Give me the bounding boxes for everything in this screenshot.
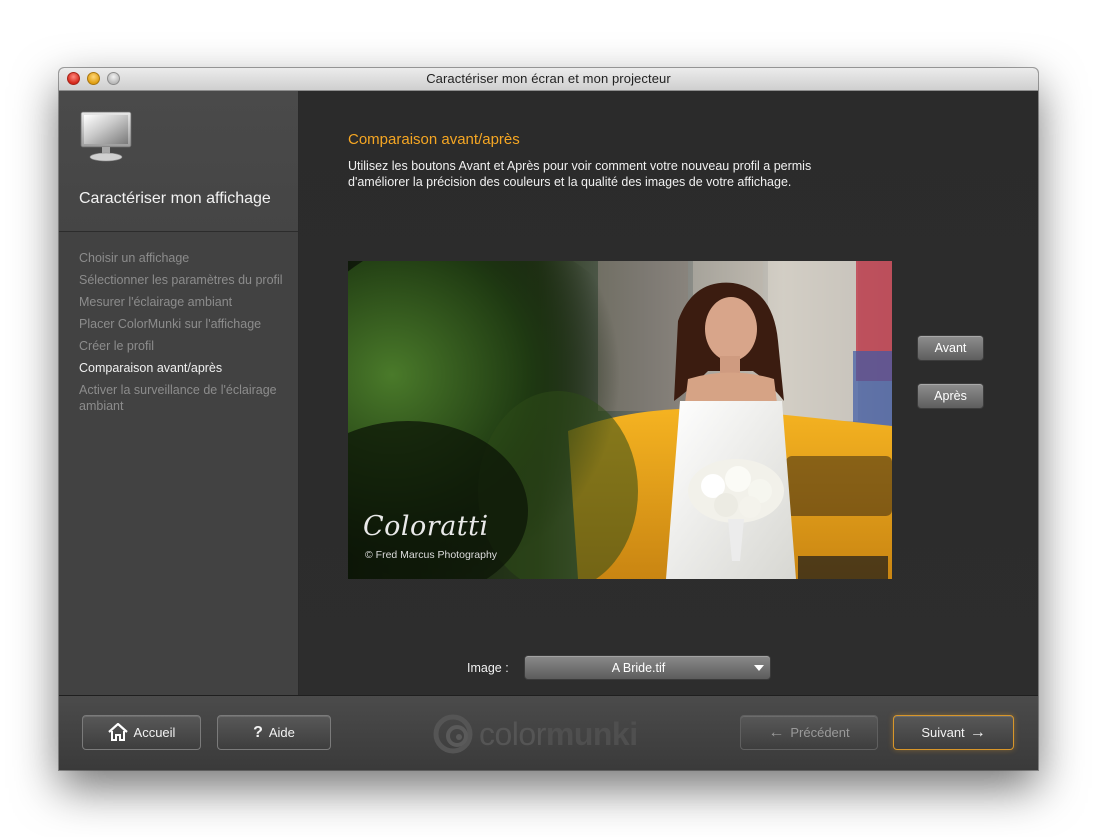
preview-photo: Coloratti © Fred Marcus Photography xyxy=(348,261,892,579)
home-button[interactable]: Accueil xyxy=(82,715,201,750)
title-bar[interactable]: Caractériser mon écran et mon projecteur xyxy=(59,68,1038,91)
colormunki-logo: colormunki xyxy=(431,714,661,754)
sidebar-title: Caractériser mon affichage xyxy=(79,190,271,207)
step-item: Mesurer l'éclairage ambiant xyxy=(79,295,233,309)
arrow-right-icon: → xyxy=(969,724,986,741)
previous-button-label: Précédent xyxy=(790,725,850,740)
home-icon xyxy=(107,723,128,742)
window-title: Caractériser mon écran et mon projecteur xyxy=(426,71,671,86)
help-button[interactable]: ? Aide xyxy=(217,715,331,750)
next-button[interactable]: Suivant → xyxy=(893,715,1014,750)
sidebar: Caractériser mon affichage Choisir un af… xyxy=(59,91,299,695)
step-item: Sélectionner les paramètres du profil xyxy=(79,273,283,287)
chevron-down-icon xyxy=(754,665,764,671)
colormunki-swirl-icon xyxy=(433,714,473,754)
step-item: Placer ColorMunki sur l'affichage xyxy=(79,317,262,331)
before-button[interactable]: Avant xyxy=(917,335,984,361)
next-button-label: Suivant xyxy=(921,725,965,740)
brand-wordmark: colormunki xyxy=(479,716,638,753)
image-select-value: A Bride.tif xyxy=(611,661,666,675)
section-title: Comparaison avant/après xyxy=(348,131,520,148)
brand-wordmark-bold: munki xyxy=(545,716,638,752)
step-item: Choisir un affichage xyxy=(79,251,190,265)
home-button-label: Accueil xyxy=(133,725,176,740)
step-item: Activer la surveillance de l'éclairage a… xyxy=(79,383,277,413)
step-list: Choisir un affichage Sélectionner les pa… xyxy=(79,250,284,420)
step-item-active: Comparaison avant/après xyxy=(79,361,223,375)
watermark-credit: © Fred Marcus Photography xyxy=(365,549,498,561)
after-button[interactable]: Après xyxy=(917,383,984,409)
sidebar-header: Caractériser mon affichage xyxy=(59,91,298,232)
watermark-logo: Coloratti xyxy=(363,511,489,542)
help-button-label: Aide xyxy=(268,725,295,740)
main-panel: Comparaison avant/après Utilisez les bou… xyxy=(299,91,1038,695)
image-select-label: Image : xyxy=(467,661,509,675)
arrow-left-icon: ← xyxy=(768,724,785,741)
footer-bar: Accueil ? Aide colormunki ← Précédent Suiv… xyxy=(59,695,1038,770)
monitor-icon xyxy=(80,111,132,162)
image-select[interactable]: A Bride.tif xyxy=(524,655,771,680)
brand-wordmark-light: color xyxy=(479,716,546,752)
app-window: Caractériser mon écran et mon projecteur xyxy=(59,68,1038,770)
question-icon: ? xyxy=(253,724,263,741)
section-description: Utilisez les boutons Avant et Après pour… xyxy=(348,159,812,189)
previous-button[interactable]: ← Précédent xyxy=(740,715,878,750)
step-item: Créer le profil xyxy=(79,339,155,353)
